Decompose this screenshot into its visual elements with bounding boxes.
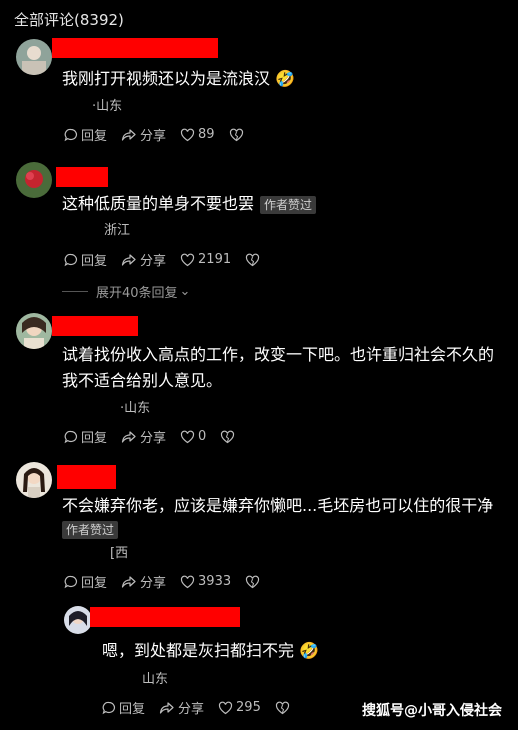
dislike-button[interactable] — [275, 701, 293, 715]
share-icon — [121, 253, 136, 266]
reply-location: 山东 — [142, 672, 169, 687]
reply-button[interactable]: 回复 — [64, 427, 107, 446]
badge-line: 作者赞过 — [56, 519, 119, 539]
heart-icon — [180, 128, 195, 141]
reply-button[interactable]: 回复 — [102, 698, 145, 717]
chevron-down-icon: ⌄ — [179, 284, 191, 299]
comment-text: 试着找份收入高点的工作，改变一下吧。也许重归社会不久的 我不适合给别人意见。 — [62, 345, 495, 390]
comment-text: 我刚打开视频还以为是流浪汉 🤣 — [62, 69, 296, 88]
broken-heart-icon — [246, 253, 260, 266]
redacted-username — [90, 607, 240, 627]
comment-text: 这种低质量的单身不要也罢 作者赞过 — [62, 191, 317, 217]
dislike-button[interactable] — [229, 128, 247, 142]
laughing-emoji-icon: 🤣 — [299, 641, 320, 660]
avatar[interactable] — [16, 313, 52, 349]
comment-location: ·山东 — [92, 99, 123, 114]
heart-icon — [180, 430, 195, 443]
dislike-button[interactable] — [220, 430, 238, 444]
share-icon — [159, 701, 174, 714]
like-button[interactable]: 3933 — [180, 574, 231, 589]
like-button[interactable]: 295 — [218, 700, 261, 715]
reply-icon — [64, 128, 77, 141]
like-count: 295 — [236, 700, 261, 715]
share-button[interactable]: 分享 — [121, 125, 166, 144]
like-count: 2191 — [198, 252, 232, 267]
broken-heart-icon — [275, 701, 289, 714]
reply-icon — [64, 253, 77, 266]
reply-button[interactable]: 回复 — [64, 125, 107, 144]
heart-icon — [180, 575, 195, 588]
like-count: 3933 — [198, 574, 232, 589]
comments-header: 全部评论(8392) — [14, 11, 124, 29]
divider — [62, 291, 88, 292]
dislike-button[interactable] — [245, 253, 263, 267]
avatar[interactable] — [16, 462, 52, 498]
share-button[interactable]: 分享 — [121, 427, 166, 446]
avatar[interactable] — [64, 606, 92, 634]
comment-location: ·山东 — [120, 401, 151, 416]
share-button[interactable]: 分享 — [121, 250, 166, 269]
reply-icon — [102, 701, 115, 714]
comment-location: 浙江 — [104, 223, 131, 238]
author-liked-badge: 作者赞过 — [62, 520, 119, 539]
redacted-username — [52, 316, 138, 336]
reply-icon — [64, 575, 77, 588]
share-icon — [121, 430, 136, 443]
broken-heart-icon — [221, 430, 235, 443]
heart-icon — [218, 701, 233, 714]
redacted-username — [57, 465, 116, 489]
reply-button[interactable]: 回复 — [64, 572, 107, 591]
like-count: 89 — [198, 127, 215, 142]
reply-button[interactable]: 回复 — [64, 250, 107, 269]
broken-heart-icon — [229, 128, 243, 141]
share-icon — [121, 128, 136, 141]
like-button[interactable]: 0 — [180, 429, 206, 444]
avatar[interactable] — [16, 162, 52, 198]
redacted-username — [56, 167, 108, 187]
watermark: 搜狐号@小哥入侵社会 — [362, 703, 502, 719]
avatar[interactable] — [16, 39, 52, 75]
reply-icon — [64, 430, 77, 443]
share-icon — [121, 575, 136, 588]
reply-text: 嗯，到处都是灰扫都扫不完 🤣 — [102, 641, 320, 660]
comment-actions: 回复 分享 2191 — [64, 250, 277, 269]
comment-actions: 回复 分享 89 — [64, 125, 261, 144]
like-count: 0 — [198, 429, 207, 444]
redacted-username — [52, 38, 218, 58]
author-liked-badge: 作者赞过 — [260, 195, 317, 214]
comment-actions: 回复 分享 3933 — [64, 572, 277, 591]
like-button[interactable]: 89 — [180, 127, 215, 142]
dislike-button[interactable] — [245, 575, 263, 589]
expand-replies-button[interactable]: 展开40条回复 ⌄ — [62, 282, 190, 301]
share-button[interactable]: 分享 — [121, 572, 166, 591]
like-button[interactable]: 2191 — [180, 252, 231, 267]
broken-heart-icon — [246, 575, 260, 588]
comment-location: [西 — [110, 546, 129, 561]
laughing-emoji-icon: 🤣 — [275, 69, 296, 88]
heart-icon — [180, 253, 195, 266]
share-button[interactable]: 分享 — [159, 698, 204, 717]
comment-actions: 回复 分享 0 — [64, 427, 252, 446]
reply-actions: 回复 分享 295 — [102, 698, 307, 717]
comment-text: 不会嫌弃你老，应该是嫌弃你懒吧...毛坯房也可以住的很干净 — [62, 496, 494, 515]
